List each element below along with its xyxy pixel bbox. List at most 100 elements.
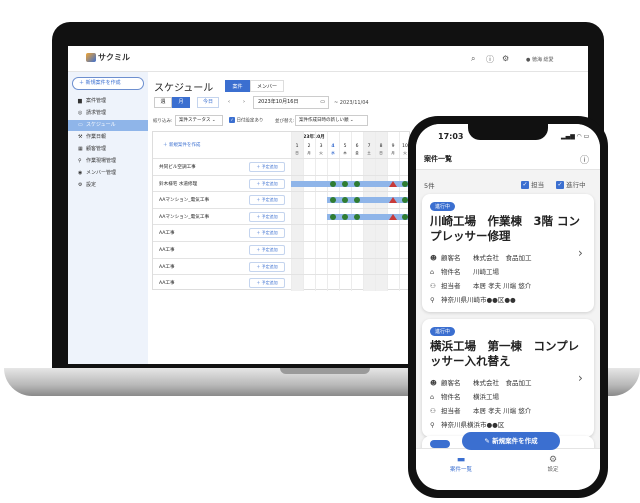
case-name[interactable]: AAマンション_電気工事: [159, 197, 209, 203]
day-label: 8日: [379, 144, 383, 155]
day-label: 2月: [307, 144, 311, 155]
sidebar-item[interactable]: ⚲ 作業現場管理: [68, 156, 148, 167]
laptop-hinge: [280, 368, 370, 374]
gear-icon[interactable]: ⚙: [502, 54, 509, 63]
ok-marker-icon[interactable]: [342, 180, 348, 187]
assigned-filter-checkbox[interactable]: ✓ 担当: [521, 179, 544, 189]
add-schedule-button[interactable]: ＋ 予定追加: [249, 195, 285, 206]
address-row: ⚲ 神奈川県横浜市●●区: [430, 421, 505, 429]
ok-marker-icon[interactable]: [354, 180, 360, 187]
schedule-bar[interactable]: [327, 213, 411, 220]
prev-button[interactable]: ‹: [228, 99, 230, 105]
case-name[interactable]: AA工事: [159, 280, 175, 286]
ok-marker-icon[interactable]: [354, 213, 360, 220]
sidebar-item[interactable]: ◎ 請求管理: [68, 108, 148, 119]
add-schedule-button[interactable]: ＋ 予定追加: [249, 278, 285, 289]
today-button[interactable]: 今日: [197, 97, 219, 108]
sidebar-item[interactable]: ⚒ 作業日報: [68, 132, 148, 143]
month-view-button[interactable]: 月: [172, 97, 190, 108]
add-schedule-button[interactable]: ＋ 予定追加: [249, 211, 285, 222]
home-icon: ⌂: [430, 393, 435, 401]
warning-marker-icon[interactable]: [389, 180, 397, 187]
chevron-right-icon[interactable]: ›: [578, 371, 583, 385]
new-case-button[interactable]: ＋ 新規案件を作成: [72, 77, 144, 90]
calendar-icon: ▭: [78, 122, 83, 128]
sort-select[interactable]: 案件作成日時の新しい順 ⌄: [295, 115, 368, 126]
case-name[interactable]: AA工事: [159, 230, 175, 236]
ok-marker-icon[interactable]: [342, 213, 348, 220]
gantt-row: AA工事 ＋ 予定追加: [153, 241, 411, 257]
week-view-button[interactable]: 週: [154, 97, 172, 108]
help-icon[interactable]: ⓘ: [486, 54, 494, 65]
add-schedule-button[interactable]: ＋ 予定追加: [249, 261, 285, 272]
sidebar-item-label: メンバー管理: [86, 170, 117, 176]
date-set-checkbox[interactable]: ✓ 日付設定あり: [229, 117, 263, 124]
help-icon[interactable]: ⓘ: [580, 153, 589, 166]
tab-cases[interactable]: 案件: [225, 80, 250, 92]
people-icon: ⚇: [430, 407, 436, 415]
property-row: ⌂ 物件名 川崎工場: [430, 268, 499, 276]
person-icon: ◉: [78, 170, 83, 176]
sidebar-item-label: 設定: [86, 182, 97, 188]
add-schedule-button[interactable]: ＋ 予定追加: [249, 162, 285, 172]
case-name[interactable]: 共同ビル空調工事: [159, 164, 196, 170]
schedule-bar[interactable]: [327, 197, 411, 204]
tools-icon: ⚒: [78, 134, 83, 140]
case-card[interactable]: 進行中 川崎工場 作業棟 3階 コンプレッサー修理 ☻ 顧客名 株式会社 食品加工 …: [422, 194, 594, 312]
nav-settings[interactable]: ⚙ 設定: [528, 455, 578, 473]
filter-label: 絞り込み:: [153, 119, 173, 124]
folder-icon: ▬: [456, 455, 466, 465]
search-icon[interactable]: ⌕: [471, 54, 475, 64]
next-button[interactable]: ›: [243, 99, 245, 105]
day-label: 3火: [319, 144, 323, 155]
result-count: 5件: [424, 182, 435, 190]
logo: サクミル: [86, 52, 130, 63]
phone-frame: 17:03 ▂▄▆ ◠ ▭ 案件一覧 ⓘ 5件 ✓ 担当 ✓ 進行中 進行中 川…: [408, 116, 608, 498]
gantt-row: AAマンション_電気工事 ＋ 予定追加: [153, 191, 411, 207]
warning-marker-icon[interactable]: [389, 197, 397, 204]
date-range-end: ~ 2023/11/04: [334, 100, 369, 106]
account-icon: ☻: [430, 379, 437, 387]
tab-members[interactable]: メンバー: [250, 80, 284, 92]
sidebar-item-label: スケジュール: [86, 122, 116, 128]
building-icon: ▦: [78, 146, 83, 152]
user-menu[interactable]: ● 徳海 総愛: [526, 56, 554, 63]
gantt-row: AAマンション_電気工事 ＋ 予定追加: [153, 207, 411, 224]
add-schedule-button[interactable]: ＋ 予定追加: [249, 228, 285, 239]
staff-row: ⚇ 担当者 本居 孝夫 川端 悠介: [430, 407, 532, 415]
day-label: 1日: [295, 144, 299, 155]
sidebar-item[interactable]: ▦ 顧客管理: [68, 144, 148, 155]
gantt-chart: ＋ 新規案件を作成 2023年10月 1日 2月 3火 4水 5木 6金 7土 …: [152, 131, 411, 291]
gantt-row: 鈴木様宅 水道修理 ＋ 予定追加: [153, 174, 411, 191]
customer-row: ☻ 顧客名 株式会社 食品加工: [430, 379, 532, 387]
add-schedule-button[interactable]: ＋ 予定追加: [249, 178, 285, 189]
gantt-new-case-link[interactable]: ＋ 新規案件を作成: [163, 142, 200, 148]
status-time: 17:03: [438, 132, 464, 141]
ok-marker-icon[interactable]: [330, 180, 336, 187]
chevron-right-icon[interactable]: ›: [578, 246, 583, 260]
sidebar-item[interactable]: ⚙ 設定: [68, 180, 148, 191]
day-label: 4水: [331, 144, 335, 155]
case-card[interactable]: 進行中 横浜工場 第一棟 コンプレッサー入れ替え ☻ 顧客名 株式会社 食品加工 ⌂…: [422, 319, 594, 437]
case-name[interactable]: AA工事: [159, 247, 175, 253]
add-schedule-button[interactable]: ＋ 予定追加: [249, 245, 285, 255]
case-name[interactable]: 鈴木様宅 水道修理: [159, 181, 197, 187]
nav-case-list[interactable]: ▬ 案件一覧: [436, 455, 486, 473]
status-signal-icons: ▂▄▆ ◠ ▭: [561, 133, 590, 140]
gantt-row: 共同ビル空調工事 ＋ 予定追加: [153, 158, 411, 174]
location-icon: ⚲: [430, 296, 435, 304]
sidebar-item[interactable]: ▭ スケジュール: [68, 120, 148, 131]
warning-marker-icon[interactable]: [389, 213, 397, 220]
page-title: スケジュール: [154, 83, 214, 94]
people-icon: ⚇: [430, 282, 436, 290]
location-icon: ⚲: [430, 421, 435, 429]
sidebar-item[interactable]: ▆ 案件管理: [68, 96, 148, 107]
new-case-fab[interactable]: ✎ 新規案件を作成: [462, 432, 560, 450]
date-input[interactable]: 2023年10月16日 ▭: [253, 96, 329, 109]
status-filter-select[interactable]: 案件ステータス ⌄: [175, 115, 223, 126]
case-name[interactable]: AA工事: [159, 264, 175, 270]
ok-marker-icon[interactable]: [330, 213, 336, 220]
case-name[interactable]: AAマンション_電気工事: [159, 214, 209, 220]
sidebar-item[interactable]: ◉ メンバー管理: [68, 168, 148, 179]
in-progress-filter-checkbox[interactable]: ✓ 進行中: [556, 179, 586, 189]
